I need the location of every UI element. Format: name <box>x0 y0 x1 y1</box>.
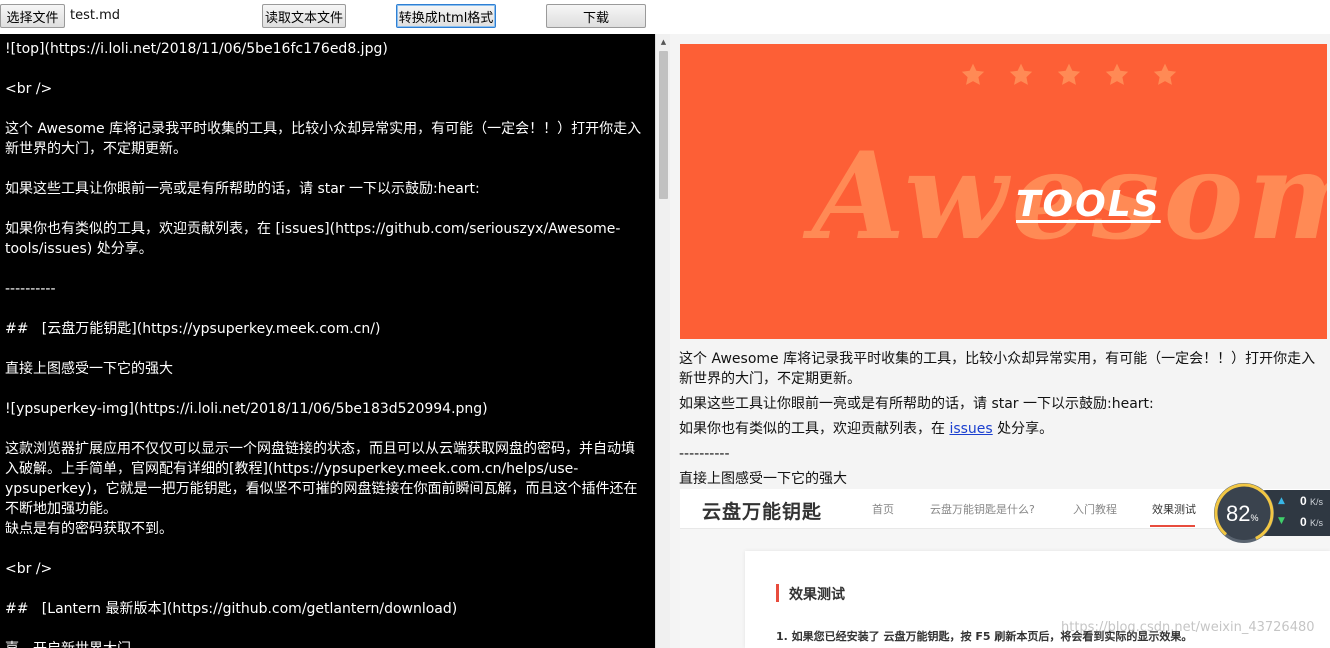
star-icon <box>1153 63 1177 85</box>
star-icon <box>1105 63 1129 85</box>
preview-paragraph: 如果你也有类似的工具，欢迎贡献列表，在 issues 处分享。 <box>679 419 1319 439</box>
editor-line: ---------- <box>5 281 56 297</box>
editor-scrollbar[interactable]: ▲ <box>655 34 670 648</box>
markdown-editor[interactable]: ![top](https://i.loli.net/2018/11/06/5be… <box>0 34 655 648</box>
screenshot-nav-item: 首页 <box>872 503 894 516</box>
editor-line: 这个 Awesome 库将记录我平时收集的工具，比较小众却异常实用，有可能（一定… <box>5 121 642 157</box>
read-text-button[interactable]: 读取文本文件 <box>262 4 346 28</box>
star-icon <box>1009 63 1033 85</box>
editor-line: 直接上图感受一下它的强大 <box>5 361 173 377</box>
speed-unit: K/s <box>1310 518 1324 528</box>
preview-paragraph: 这个 Awesome 库将记录我平时收集的工具，比较小众却异常实用，有可能（一定… <box>679 351 1316 387</box>
editor-line: <br /> <box>5 81 53 97</box>
gauge-percent-sign: % <box>1250 513 1259 523</box>
editor-line: 如果这些工具让你眼前一亮或是有所帮助的话，请 star 一下以示鼓励:heart… <box>5 181 480 197</box>
scroll-up-arrow-icon[interactable]: ▲ <box>656 34 671 49</box>
html-preview: Awesome TOOLS 这个 Awesome 库将记录我平时收集的工具，比较… <box>670 34 1330 648</box>
editor-line: <br /> <box>5 561 53 577</box>
file-name-label: test.md <box>70 8 121 23</box>
editor-line: 如果你也有类似的工具，欢迎贡献列表，在 [issues](https://git… <box>5 221 621 257</box>
choose-file-button[interactable]: 选择文件 <box>0 4 65 28</box>
screenshot-title-bar <box>776 584 779 602</box>
download-arrow-icon: ▼ <box>1278 516 1285 526</box>
banner-tools-text: TOOLS <box>1016 184 1161 225</box>
gauge-percent-value: 82 <box>1226 501 1251 526</box>
toolbar: 选择文件 test.md 读取文本文件 转换成html格式 下载 <box>0 0 1330 34</box>
download-speed: 0 K/s <box>1300 515 1323 529</box>
star-icon <box>961 63 985 85</box>
download-button[interactable]: 下载 <box>546 4 646 28</box>
speed-unit: K/s <box>1310 497 1324 507</box>
screenshot-nav-item: 云盘万能钥匙是什么? <box>930 503 1035 516</box>
editor-line: 嘉，开启新世界大门 <box>5 639 645 648</box>
upload-speed-value: 0 <box>1300 494 1307 508</box>
csdn-watermark: https://blog.csdn.net/weixin_43726480 <box>1061 620 1315 635</box>
gauge-percent: 82% <box>1226 501 1259 527</box>
screenshot-nav-item: 效果测试 <box>1152 503 1196 516</box>
editor-line: ## [云盘万能钥匙](https://ypsuperkey.meek.com.… <box>5 321 381 337</box>
download-speed-value: 0 <box>1300 515 1307 529</box>
banner-image: Awesome TOOLS <box>680 44 1327 339</box>
preview-text: 处分享。 <box>992 421 1054 437</box>
screenshot-card-title: 效果测试 <box>789 587 845 603</box>
star-icon <box>1057 63 1081 85</box>
screenshot-nav-item: 入门教程 <box>1073 503 1117 516</box>
convert-html-button[interactable]: 转换成html格式 <box>396 4 496 28</box>
memory-usage-gauge: 82% <box>1214 483 1274 543</box>
network-speed-widget[interactable]: 82% ▲ 0 K/s ▼ 0 K/s <box>1214 483 1330 543</box>
upload-speed: 0 K/s <box>1300 494 1323 508</box>
editor-line: 这款浏览器扩展应用不仅仅可以显示一个网盘链接的状态，而且可以从云端获取网盘的密码… <box>5 441 638 517</box>
screenshot-nav-underline <box>1150 525 1195 527</box>
editor-line: ![top](https://i.loli.net/2018/11/06/5be… <box>5 41 388 57</box>
issues-link[interactable]: issues <box>949 421 992 437</box>
screenshot-logo: 云盘万能钥匙 <box>702 501 823 523</box>
preview-hr: ---------- <box>679 446 730 462</box>
preview-text: 如果你也有类似的工具，欢迎贡献列表，在 <box>679 421 950 437</box>
editor-line: 缺点是有的密码获取不到。 <box>5 521 173 537</box>
preview-paragraph: 如果这些工具让你眼前一亮或是有所帮助的话，请 star 一下以示鼓励:heart… <box>679 396 1154 412</box>
banner-stars <box>960 62 1178 88</box>
scrollbar-thumb[interactable] <box>659 51 668 199</box>
editor-line: ## [Lantern 最新版本](https://github.com/get… <box>5 601 458 617</box>
upload-arrow-icon: ▲ <box>1278 496 1285 506</box>
editor-line: ![ypsuperkey-img](https://i.loli.net/201… <box>5 401 488 417</box>
